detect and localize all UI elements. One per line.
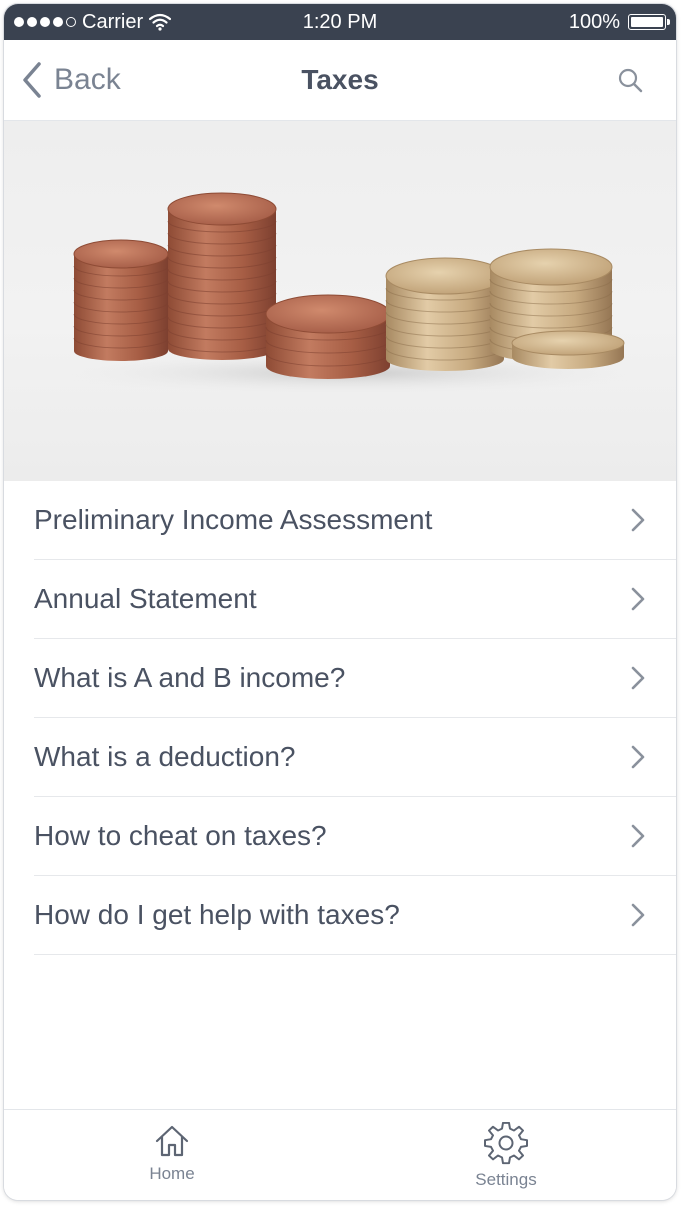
search-button[interactable] — [616, 66, 646, 96]
chevron-right-icon — [631, 745, 645, 769]
topic-list: Preliminary Income Assessment Annual Sta… — [4, 481, 676, 955]
list-item[interactable]: Annual Statement — [34, 560, 676, 639]
tab-bar: Home Settings — [4, 1109, 676, 1200]
copper-coin-stack — [265, 294, 391, 379]
brass-coin-stack — [489, 248, 625, 369]
status-bar: Carrier 1:20 PM 100% — [4, 4, 676, 40]
copper-coin-stack — [73, 239, 169, 361]
status-right: 100% — [568, 10, 670, 34]
list-item-label: Annual Statement — [34, 583, 257, 614]
tab-settings[interactable]: Settings — [446, 1122, 566, 1192]
home-icon — [155, 1125, 189, 1157]
hero-image — [4, 121, 676, 481]
tab-home-label: Home — [149, 1164, 195, 1183]
chevron-right-icon — [631, 903, 645, 927]
list-item-label: How do I get help with taxes? — [34, 899, 400, 930]
list-item-label: How to cheat on taxes? — [34, 820, 327, 851]
chevron-right-icon — [631, 587, 645, 611]
search-icon — [618, 68, 643, 93]
navigation-bar: Back Taxes — [4, 40, 676, 121]
list-item[interactable]: What is A and B income? — [34, 639, 676, 718]
phone-screen: Carrier 1:20 PM 100% Back Taxes Prelimin… — [4, 4, 676, 1200]
page-title: Taxes — [301, 64, 379, 95]
gear-icon — [484, 1122, 528, 1165]
copper-coin-stack — [167, 192, 277, 360]
brass-coin-stack — [385, 257, 505, 371]
list-item[interactable]: Preliminary Income Assessment — [34, 481, 676, 560]
list-item-label: What is A and B income? — [34, 662, 346, 693]
list-item-label: What is a deduction? — [34, 741, 296, 772]
list-item-label: Preliminary Income Assessment — [34, 504, 433, 535]
tab-home[interactable]: Home — [112, 1122, 232, 1192]
list-item[interactable]: What is a deduction? — [34, 718, 676, 797]
chevron-right-icon — [631, 824, 645, 848]
chevron-right-icon — [631, 666, 645, 690]
battery-full-icon — [628, 14, 670, 30]
list-item[interactable]: How to cheat on taxes? — [34, 797, 676, 876]
coins-illustration — [49, 192, 649, 395]
list-item[interactable]: How do I get help with taxes? — [34, 876, 676, 955]
tab-settings-label: Settings — [475, 1170, 537, 1189]
chevron-right-icon — [631, 508, 645, 532]
battery-percent: 100% — [568, 10, 620, 33]
